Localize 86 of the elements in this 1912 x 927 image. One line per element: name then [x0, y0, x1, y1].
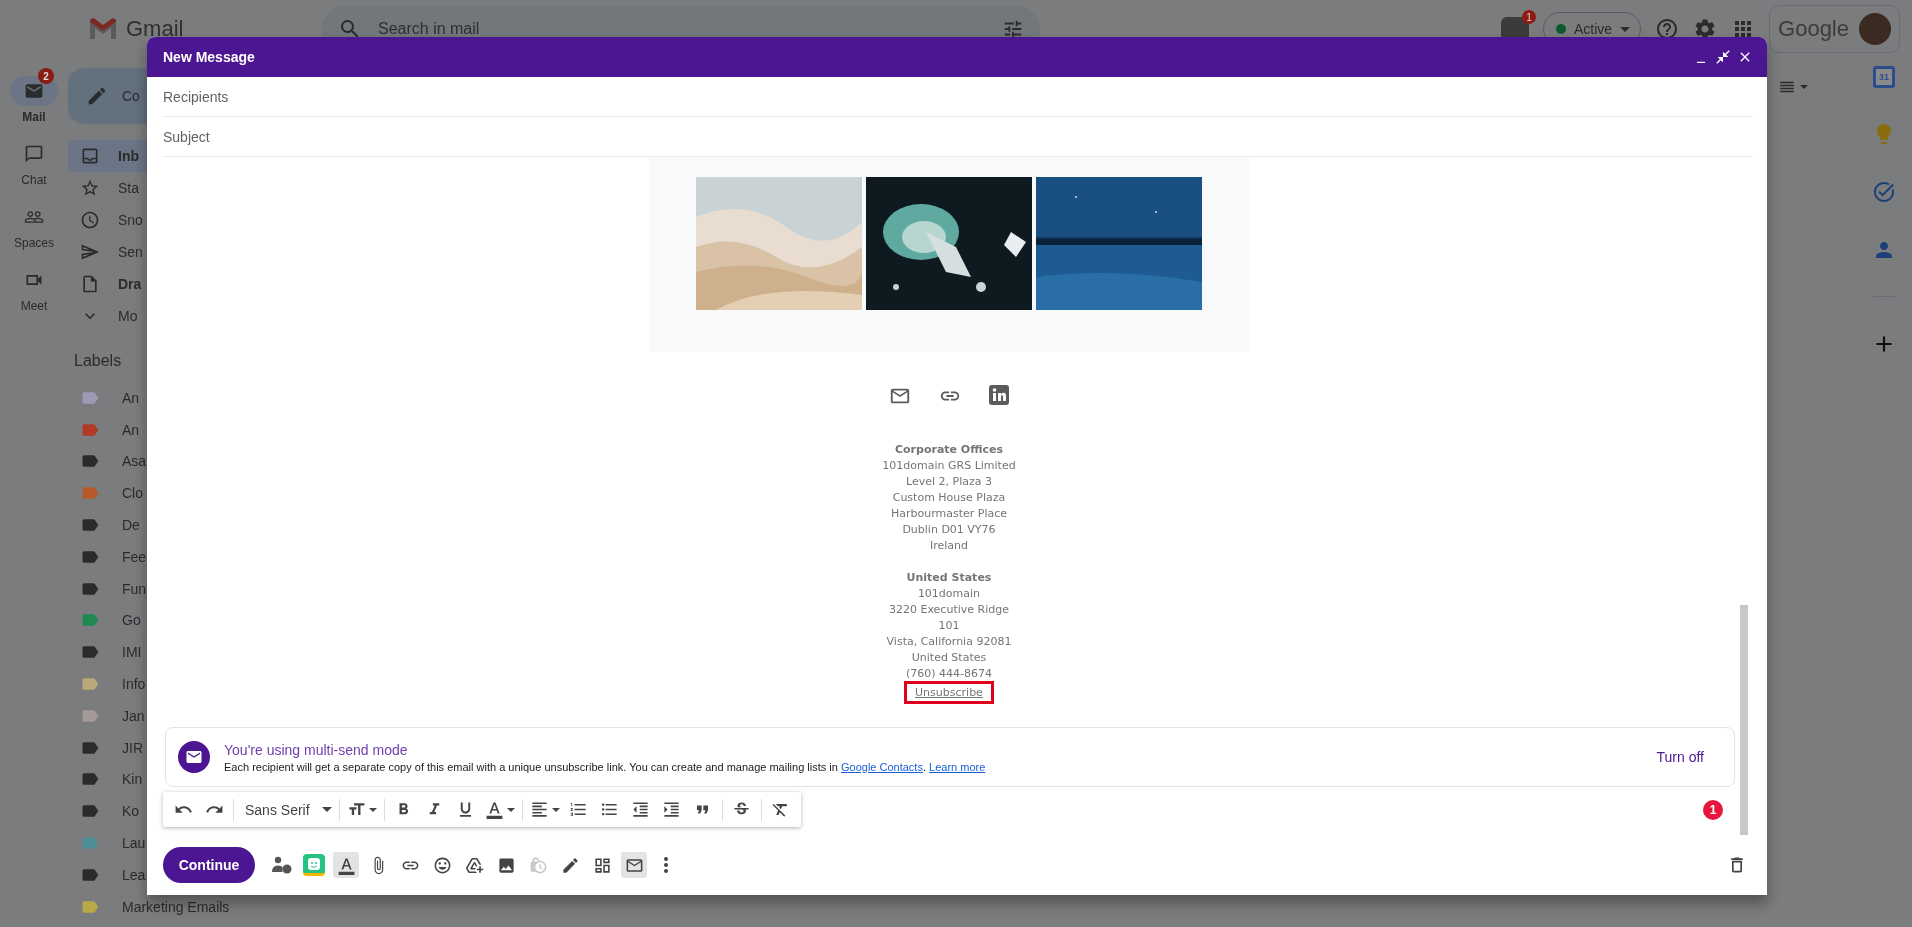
address-line: United States — [911, 650, 987, 666]
search-input[interactable]: Search in mail — [376, 19, 988, 39]
label-name[interactable]: Info — [122, 676, 146, 693]
status-dot — [1555, 24, 1566, 34]
address-line: (760) 444-8674 — [905, 666, 992, 682]
address-line: 101domain GRS Limited — [882, 458, 1016, 474]
align-icon — [529, 800, 549, 819]
banner-text: Each recipient will get a separate copy of this email with a unique unsubscribe link. You can create and manage mailing lists in Google Contacts. Learn more — [224, 760, 987, 773]
tasks-icon[interactable] — [1872, 180, 1896, 204]
office-heading: United States — [906, 570, 992, 586]
caret-icon — [506, 807, 515, 812]
label-name[interactable]: Marketing Emails — [122, 898, 230, 915]
address-line: 101domain — [917, 586, 981, 602]
account-brand: Google — [1778, 16, 1849, 42]
caret-icon — [1800, 85, 1808, 89]
continue-button[interactable]: Continue — [163, 847, 255, 883]
label-name[interactable]: Jan — [122, 707, 145, 724]
label-name[interactable]: Kin — [122, 771, 143, 788]
label-name[interactable]: An — [122, 389, 140, 406]
address-line: 101 — [938, 618, 960, 634]
address-line: Custom House Plaza — [892, 490, 1006, 506]
address-line: Vista, California 92081 — [886, 634, 1012, 650]
label-name[interactable]: De — [122, 517, 140, 534]
banner-title: You're using multi-send mode — [224, 741, 409, 758]
chat-icon — [24, 144, 44, 164]
send-icon — [80, 242, 100, 262]
indent-more-icon — [662, 800, 682, 819]
label-name[interactable]: Asa — [122, 453, 147, 470]
app-name: Gmail — [126, 16, 184, 42]
exit-fullscreen-icon[interactable] — [1715, 49, 1731, 65]
nav-item[interactable]: Dra — [68, 268, 324, 300]
indent-less-icon — [631, 800, 651, 819]
window-title: New Message — [163, 49, 256, 65]
turn-off-button[interactable]: Turn off — [1650, 748, 1710, 766]
caret-icon — [1620, 26, 1631, 32]
link[interactable]: Learn more — [929, 760, 986, 773]
nav-item[interactable]: Sen — [68, 236, 324, 268]
label-name[interactable]: Go — [122, 612, 141, 629]
text-color-icon — [484, 800, 504, 819]
address-line: Level 2, Plaza 3 — [906, 474, 992, 490]
address-line: Dublin D01 VY76 — [902, 522, 996, 538]
gmail-logo-icon — [88, 17, 118, 41]
rail-label: Meet — [20, 299, 48, 313]
unread-badge: 2 — [38, 68, 54, 84]
notification-badge: 1 — [1703, 799, 1723, 820]
link[interactable]: Google Contacts — [840, 760, 923, 773]
filter-icon[interactable] — [1002, 18, 1024, 40]
more-icon — [664, 857, 668, 873]
file-icon — [80, 274, 100, 294]
notification-badge: 1 — [1521, 10, 1536, 24]
rail-label: Chat — [21, 173, 47, 187]
calendar-icon[interactable]: 31 — [1873, 66, 1895, 88]
scrollbar[interactable] — [1740, 605, 1748, 835]
rail-label: Spaces — [14, 236, 54, 250]
mail-icon — [24, 81, 44, 101]
unsubscribe-link[interactable]: Unsubscribe — [904, 681, 994, 704]
inbox-icon — [80, 146, 100, 166]
address-line: 3220 Executive Ridge — [889, 602, 1009, 618]
pencil-icon — [86, 85, 108, 107]
star-icon — [80, 178, 100, 198]
caret-icon — [368, 807, 377, 812]
clock-icon — [80, 210, 100, 230]
nav-item[interactable]: Sta — [68, 172, 324, 204]
section-heading: Labels — [74, 352, 123, 370]
label-name[interactable]: An — [122, 421, 140, 438]
linkedin-icon[interactable] — [989, 385, 1009, 405]
nav-item[interactable]: Mo — [68, 300, 324, 332]
label-name[interactable]: IMI — [122, 644, 142, 661]
office-heading: Corporate Offices — [894, 442, 1003, 458]
numbered-list-icon — [569, 800, 589, 819]
rail-label: Mail — [22, 110, 46, 124]
label-name[interactable]: Clo — [122, 485, 143, 502]
label-name[interactable]: JIR — [122, 739, 143, 756]
address-line: Harbourmaster Place — [890, 506, 1008, 522]
caret-icon — [551, 807, 560, 812]
label-name[interactable]: Ko — [122, 803, 140, 820]
label-name[interactable]: Fee — [122, 548, 147, 565]
caret-icon — [321, 807, 332, 812]
font-dropdown[interactable]: Sans Serif — [239, 795, 334, 824]
label-name[interactable]: Fun — [122, 580, 147, 597]
envelope-icon — [178, 741, 210, 773]
avatar[interactable] — [1859, 13, 1891, 45]
address-line: Ireland — [929, 538, 968, 554]
label-name[interactable]: Lau — [122, 835, 146, 852]
label-name[interactable]: Lea — [122, 866, 146, 883]
nav-item[interactable]: Sno — [68, 204, 324, 236]
